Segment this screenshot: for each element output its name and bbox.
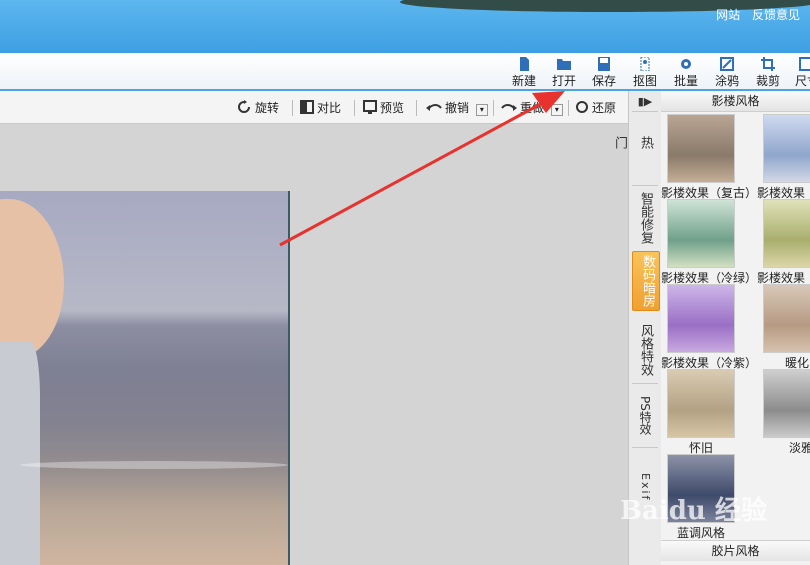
redo-dropdown-icon[interactable]: ▾ (550, 104, 563, 116)
photo-face (0, 199, 64, 359)
divider (632, 111, 658, 112)
rotate-button[interactable]: 旋转 (236, 99, 279, 116)
collapse-panel-icon[interactable]: ▮▶ (632, 94, 658, 109)
compare-label: 对比 (317, 101, 342, 115)
tab-ps-effects[interactable]: PS特效 (632, 389, 658, 441)
effect-thumb[interactable]: 影楼效果（复古） (661, 114, 757, 201)
cutout-button[interactable]: 抠图 (628, 55, 662, 89)
preview-icon (363, 100, 377, 114)
divider (493, 100, 494, 116)
restore-button[interactable]: 还原 (575, 99, 616, 116)
effect-preview (763, 114, 810, 183)
resize-icon (799, 57, 810, 71)
new-label: 新建 (511, 74, 536, 88)
crop-button[interactable]: 裁剪 (751, 55, 785, 89)
photo-wave (20, 461, 288, 469)
feedback-link[interactable]: 反馈意见 (752, 8, 800, 22)
cutout-icon (640, 57, 650, 71)
effect-thumb[interactable]: 影楼效果（冷紫） (661, 284, 757, 371)
effect-thumb[interactable]: 影楼效果 (757, 199, 810, 286)
undo-button[interactable]: 撤销 ▾ (426, 99, 488, 116)
save-disk-icon (598, 57, 610, 71)
rotate-icon (238, 100, 250, 113)
divider (416, 100, 417, 116)
divider (568, 100, 569, 116)
doodle-icon (720, 57, 734, 71)
resize-button[interactable]: 尺寸 (790, 55, 810, 89)
open-folder-icon (557, 59, 571, 70)
edited-photo[interactable] (0, 191, 290, 565)
save-button[interactable]: 保存 (587, 55, 621, 89)
divider (632, 185, 658, 186)
photo-scarf (0, 341, 40, 565)
restore-icon (576, 101, 588, 113)
effect-preview (763, 199, 810, 268)
open-button[interactable]: 打开 (547, 55, 581, 89)
tab-hot[interactable]: 热门 (612, 121, 658, 181)
undo-dropdown-icon[interactable]: ▾ (475, 104, 488, 116)
save-label: 保存 (591, 74, 616, 88)
edit-toolbar: 旋转 对比 预览 撤销 ▾ 重做 ▾ 还原 (0, 91, 628, 124)
batch-label: 批量 (673, 74, 698, 88)
effect-thumb[interactable]: 影楼效果（冷绿） (661, 199, 757, 286)
effect-thumb[interactable]: 怀旧 (661, 369, 741, 456)
divider (292, 100, 293, 116)
undo-icon (426, 104, 442, 111)
website-link[interactable]: 网站 (716, 8, 740, 22)
section-title: 影楼风格 (661, 91, 810, 112)
batch-gear-icon (681, 59, 691, 69)
divider (354, 100, 355, 116)
effect-preview (763, 284, 810, 353)
divider (632, 383, 658, 384)
effect-thumb[interactable]: 影楼效果 (757, 114, 810, 201)
crop-icon (761, 57, 775, 71)
batch-button[interactable]: 批量 (669, 55, 703, 89)
watermark: Baidu 经验 (620, 496, 767, 526)
open-label: 打开 (551, 74, 576, 88)
undo-label: 撤销 (445, 101, 470, 115)
effect-preview (667, 369, 735, 438)
effect-preview (667, 114, 735, 183)
preview-label: 预览 (380, 101, 405, 115)
divider (632, 447, 658, 448)
doodle-button[interactable]: 涂鸦 (710, 55, 744, 89)
effect-thumb[interactable]: 暖化 (757, 284, 810, 371)
new-button[interactable]: 新建 (507, 55, 541, 89)
title-links: 网站 反馈意见 (708, 6, 800, 23)
redo-label: 重做 (520, 101, 545, 115)
resize-label: 尺寸 (794, 74, 810, 88)
compare-button[interactable]: 对比 (300, 99, 341, 116)
compare-icon (300, 100, 314, 114)
effect-thumb[interactable]: 淡雅 (757, 369, 810, 456)
redo-button[interactable]: 重做 ▾ (501, 99, 563, 116)
effect-preview (763, 369, 810, 438)
title-bar: 网站 反馈意见 (0, 0, 810, 53)
rotate-label: 旋转 (255, 101, 280, 115)
tab-style-effects[interactable]: 风格特效 (632, 321, 658, 379)
tab-smart-repair[interactable]: 智能修复 (632, 189, 658, 247)
tab-digital-darkroom[interactable]: 数码暗房 (632, 251, 660, 311)
preview-button[interactable]: 预览 (363, 99, 404, 116)
crop-label: 裁剪 (755, 74, 780, 88)
main-toolbar: 新建 打开 保存 抠图 批量 涂鸦 裁剪 尺寸 (0, 53, 810, 91)
restore-label: 还原 (592, 101, 617, 115)
section-title-film: 胶片风格 (661, 540, 810, 561)
effect-preview (667, 284, 735, 353)
effect-caption: 淡雅 (789, 441, 810, 455)
redo-icon (501, 104, 517, 111)
effect-preview (667, 199, 735, 268)
cutout-label: 抠图 (632, 74, 657, 88)
new-file-icon (520, 57, 529, 71)
doodle-label: 涂鸦 (714, 74, 739, 88)
